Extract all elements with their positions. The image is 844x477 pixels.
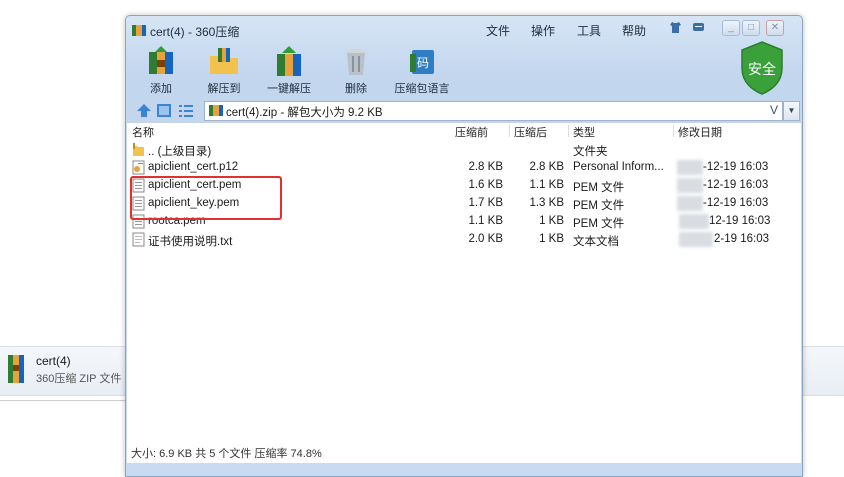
file-type: PEM 文件 — [573, 182, 625, 194]
highlight-annotation — [130, 176, 282, 220]
folder-up-icon — [133, 143, 144, 156]
address-field[interactable]: cert(4).zip - 解包大小为 9.2 KB V — [204, 101, 783, 121]
menu-help[interactable]: 帮助 — [622, 22, 646, 39]
file-size-after: 1.3 KB — [529, 197, 564, 209]
file-date: -12-19 16:03 — [703, 197, 769, 209]
extract-to-label: 解压到 — [207, 83, 241, 95]
column-separator[interactable] — [568, 125, 569, 137]
divider — [0, 400, 126, 401]
minimize-button[interactable]: _ — [722, 20, 740, 36]
thumbnail-view-icon[interactable] — [156, 103, 172, 118]
security-badge-text: 安全 — [748, 61, 776, 78]
file-type: Personal Inform... — [573, 161, 664, 173]
background-file-type: 360压缩 ZIP 文件 — [36, 373, 122, 385]
file-row[interactable]: apiclient_cert.p12 2.8 KB 2.8 KB Persona… — [127, 159, 801, 177]
archive-language-button[interactable]: 码 压缩包语言 — [392, 46, 452, 98]
address-bar-row: cert(4).zip - 解包大小为 9.2 KB V ▼ — [126, 100, 802, 122]
column-header-before[interactable]: 压缩前 — [455, 124, 488, 140]
list-view-icon[interactable] — [178, 103, 194, 118]
column-separator[interactable] — [509, 125, 510, 137]
file-size-before: 1.6 KB — [468, 179, 503, 191]
zip-archive-icon — [8, 355, 24, 383]
extract-to-button[interactable]: 解压到 — [194, 46, 254, 98]
status-bar-text: 大小: 6.9 KB 共 5 个文件 压缩率 74.8% — [131, 448, 322, 460]
menu-file[interactable]: 文件 — [486, 22, 510, 39]
redacted-year — [677, 160, 703, 175]
add-label: 添加 — [150, 83, 172, 95]
svg-text:码: 码 — [417, 56, 429, 70]
file-size-before: 2.8 KB — [468, 161, 503, 173]
security-shield-icon: 安全 — [741, 41, 783, 95]
file-size-after: 1 KB — [539, 215, 564, 227]
redacted-year — [677, 196, 703, 211]
file-type: PEM 文件 — [573, 200, 625, 212]
feedback-icon[interactable] — [692, 21, 705, 34]
archive-app-icon — [132, 25, 146, 36]
file-list: 名称 压缩前 压缩后 类型 修改日期 .. (上级目录) 文件夹 apiclie… — [127, 122, 801, 463]
menu-tools[interactable]: 工具 — [577, 22, 601, 39]
zip-icon — [209, 105, 223, 116]
archive-window: cert(4) - 360压缩 文件 操作 工具 帮助 _ □ ✕ 添加 解压到 — [125, 15, 803, 477]
file-size-after: 1 KB — [539, 233, 564, 245]
file-date: -12-19 16:03 — [703, 161, 769, 173]
one-click-extract-label: 一键解压 — [267, 83, 311, 95]
address-text: cert(4).zip - 解包大小为 9.2 KB — [226, 107, 383, 119]
address-chevron[interactable]: V — [770, 103, 778, 117]
column-header-type[interactable]: 类型 — [573, 124, 595, 140]
delete-button[interactable]: 删除 — [326, 46, 386, 98]
background-file-name: cert(4) — [36, 354, 71, 368]
file-name: .. (上级目录) — [148, 146, 212, 158]
file-type: 文本文档 — [573, 236, 619, 248]
file-size-after: 2.8 KB — [529, 161, 564, 173]
encoding-icon: 码 — [410, 50, 434, 74]
file-date: -12-19 16:03 — [703, 179, 769, 191]
file-date: 2-19 16:03 — [714, 233, 769, 245]
one-click-extract-icon — [277, 46, 301, 76]
close-button[interactable]: ✕ — [766, 20, 784, 36]
redacted-year — [679, 214, 709, 229]
file-row[interactable]: 证书使用说明.txt 2.0 KB 1 KB 文本文档 2-19 16:03 — [127, 231, 801, 249]
column-header-date[interactable]: 修改日期 — [678, 124, 722, 140]
file-size-before: 2.0 KB — [468, 233, 503, 245]
trash-can-icon — [346, 49, 366, 75]
redacted-year — [677, 178, 703, 193]
column-header-name[interactable]: 名称 — [132, 124, 154, 140]
menu-operation[interactable]: 操作 — [531, 22, 555, 39]
one-click-extract-button[interactable]: 一键解压 — [259, 46, 319, 98]
file-name: 证书使用说明.txt — [148, 236, 233, 248]
file-size-after: 1.1 KB — [529, 179, 564, 191]
maximize-button[interactable]: □ — [742, 20, 760, 36]
archive-language-label: 压缩包语言 — [394, 83, 450, 95]
redacted-year — [679, 232, 713, 247]
add-button[interactable]: 添加 — [131, 46, 191, 98]
up-arrow-icon[interactable] — [136, 103, 152, 118]
delete-label: 删除 — [345, 83, 367, 95]
file-size-before: 1.1 KB — [468, 215, 503, 227]
extract-folder-icon — [210, 48, 238, 74]
column-separator[interactable] — [673, 125, 674, 137]
window-title: cert(4) - 360压缩 — [150, 25, 240, 39]
file-type: 文件夹 — [573, 146, 608, 158]
add-archive-icon — [149, 46, 173, 74]
shirt-skin-icon[interactable] — [669, 21, 682, 34]
column-header-after[interactable]: 压缩后 — [514, 124, 547, 140]
file-name: apiclient_cert.p12 — [148, 161, 239, 173]
file-size-before: 1.7 KB — [468, 197, 503, 209]
address-dropdown-button[interactable]: ▼ — [783, 101, 800, 121]
certificate-icon — [132, 160, 145, 175]
file-type: PEM 文件 — [573, 218, 625, 230]
file-row-parent[interactable]: .. (上级目录) 文件夹 — [127, 141, 801, 159]
text-file-icon — [132, 232, 145, 247]
file-date: 12-19 16:03 — [709, 215, 771, 227]
